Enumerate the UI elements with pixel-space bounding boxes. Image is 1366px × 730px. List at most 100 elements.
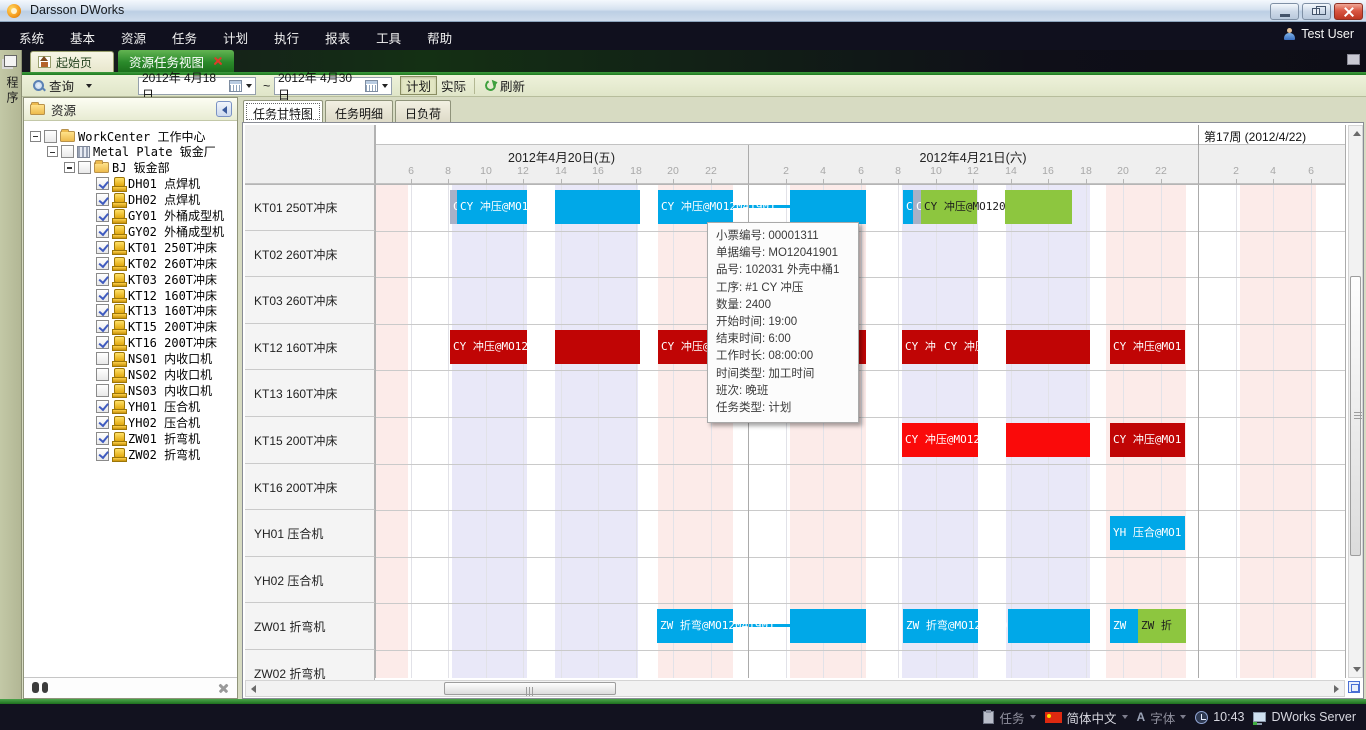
dropdown-icon[interactable] [1180, 715, 1186, 719]
tab-home-page[interactable]: 起始页 [30, 51, 114, 72]
task-bar[interactable]: C [450, 190, 457, 224]
query-dropdown-icon[interactable] [86, 84, 92, 88]
actual-toggle-button[interactable]: 实际 [436, 76, 471, 95]
menu-item-8[interactable]: 帮助 [414, 22, 465, 50]
calendar-icon[interactable] [365, 80, 378, 92]
task-bar[interactable]: YH 压合@MO1 [1110, 516, 1185, 550]
minimize-button[interactable] [1270, 3, 1299, 20]
tree-checkbox[interactable] [78, 161, 91, 174]
view-tab-1[interactable]: 任务明细 [325, 100, 393, 122]
dropdown-icon[interactable] [1030, 715, 1036, 719]
tree-item[interactable]: NS03 内收口机 [81, 382, 212, 398]
tree-checkbox[interactable] [96, 193, 109, 206]
menu-item-2[interactable]: 资源 [108, 22, 159, 50]
tree-expander-icon[interactable] [30, 131, 41, 142]
refresh-button[interactable]: 刷新 [480, 76, 530, 95]
task-bar[interactable]: C [903, 190, 913, 224]
task-bar[interactable]: ZW [1110, 609, 1138, 643]
task-bar[interactable]: ZW 折弯@MO12041901 [657, 609, 733, 643]
tree-checkbox[interactable] [96, 241, 109, 254]
tree-item[interactable]: YH01 压合机 [81, 398, 200, 414]
menu-item-1[interactable]: 基本 [57, 22, 108, 50]
task-bar[interactable]: ZW 折弯@MO12041901 [903, 609, 978, 643]
menu-item-5[interactable]: 执行 [261, 22, 312, 50]
calendar-icon[interactable] [229, 80, 242, 92]
tree-checkbox[interactable] [96, 304, 109, 317]
tree-checkbox[interactable] [96, 257, 109, 270]
tree-item[interactable]: NS01 内收口机 [81, 351, 212, 367]
maximize-button[interactable] [1302, 3, 1331, 20]
tree-checkbox[interactable] [96, 289, 109, 302]
task-bar[interactable] [790, 190, 866, 224]
tree-item[interactable]: KT02 260T冲床 [81, 255, 217, 271]
tree-expander-icon[interactable] [47, 146, 58, 157]
user-area[interactable]: Test User [1283, 27, 1354, 41]
task-bar[interactable] [1005, 190, 1072, 224]
task-bar[interactable]: CY 冲压@MO12041901 [658, 190, 733, 224]
tree-item[interactable]: KT13 160T冲床 [81, 303, 217, 319]
date-from-dropdown-icon[interactable] [246, 84, 252, 88]
tree-item[interactable]: KT15 200T冲床 [81, 319, 217, 335]
tree-item[interactable]: NS02 内收口机 [81, 367, 212, 383]
tree-item[interactable]: Metal Plate 钣金厂 [47, 144, 216, 160]
task-bar[interactable] [1008, 609, 1090, 643]
tree-checkbox[interactable] [96, 416, 109, 429]
task-bar[interactable]: C [913, 190, 921, 224]
menu-item-6[interactable]: 报表 [312, 22, 363, 50]
date-from-field[interactable]: 2012年 4月18日 [138, 77, 256, 95]
tree-checkbox[interactable] [96, 177, 109, 190]
tree-item[interactable]: KT16 200T冲床 [81, 335, 217, 351]
task-bar[interactable]: CY 冲压@MO12041901 [457, 190, 527, 224]
tree-item[interactable]: KT01 250T冲床 [81, 239, 217, 255]
scroll-left-icon[interactable] [251, 685, 256, 693]
horizontal-scroll-thumb[interactable] [444, 682, 616, 695]
status-item-tasks[interactable]: 任务 [983, 708, 1035, 727]
menu-item-7[interactable]: 工具 [363, 22, 414, 50]
tree-checkbox[interactable] [96, 432, 109, 445]
tree-checkbox[interactable] [96, 320, 109, 333]
tree-item[interactable]: WorkCenter 工作中心 [30, 128, 205, 144]
task-bar[interactable] [1006, 330, 1090, 364]
task-bar[interactable]: CY 冲 [902, 330, 941, 364]
date-to-field[interactable]: 2012年 4月30日 [274, 77, 392, 95]
tree-checkbox[interactable] [96, 368, 109, 381]
tree-item[interactable]: GY01 外桶成型机 [81, 208, 224, 224]
tree-item[interactable]: DH02 点焊机 [81, 192, 200, 208]
panel-collapse-button[interactable] [216, 101, 232, 117]
menu-item-3[interactable]: 任务 [159, 22, 210, 50]
task-bar[interactable]: CY 冲压@MO12041903 [902, 423, 978, 457]
tree-checkbox[interactable] [96, 273, 109, 286]
tree-item[interactable]: YH02 压合机 [81, 414, 200, 430]
vertical-scrollbar[interactable] [1348, 125, 1363, 678]
horizontal-scrollbar[interactable] [245, 680, 1345, 697]
tree-item[interactable]: KT03 260T冲床 [81, 271, 217, 287]
view-tab-0[interactable]: 任务甘特图 [243, 100, 323, 123]
tree-expander-icon[interactable] [64, 162, 75, 173]
status-item-server[interactable]: DWorks Server [1253, 710, 1356, 724]
task-bar[interactable] [790, 609, 866, 643]
collapsed-panel-strip[interactable]: 程序 [0, 50, 22, 699]
vertical-scroll-thumb[interactable] [1350, 276, 1361, 556]
task-bar[interactable]: ZW 折 [1138, 609, 1186, 643]
task-bar[interactable] [555, 190, 640, 224]
tree-checkbox[interactable] [44, 130, 57, 143]
status-item-clock[interactable]: 10:43 [1195, 710, 1244, 724]
task-bar[interactable]: CY 冲压@MO12041902 [921, 190, 977, 224]
tree-checkbox[interactable] [96, 448, 109, 461]
task-bar[interactable]: CY 冲压@MO12041904 [450, 330, 527, 364]
tree-item[interactable]: KT12 160T冲床 [81, 287, 217, 303]
view-tab-2[interactable]: 日负荷 [395, 100, 451, 122]
window-list-icon[interactable] [1347, 54, 1360, 65]
scroll-down-icon[interactable] [1353, 667, 1361, 672]
find-icon[interactable] [32, 682, 48, 693]
task-bar[interactable]: CY 冲压@MO1 [1110, 330, 1185, 364]
tree-checkbox[interactable] [96, 336, 109, 349]
tree-checkbox[interactable] [96, 209, 109, 222]
tree-checkbox[interactable] [96, 352, 109, 365]
tree-item[interactable]: GY02 外桶成型机 [81, 223, 224, 239]
scroll-right-icon[interactable] [1334, 685, 1339, 693]
status-item-flag[interactable]: 简体中文 [1045, 708, 1128, 727]
task-bar[interactable]: CY 冲压@MO1 [1110, 423, 1185, 457]
dropdown-icon[interactable] [1122, 715, 1128, 719]
tree-checkbox[interactable] [61, 145, 74, 158]
